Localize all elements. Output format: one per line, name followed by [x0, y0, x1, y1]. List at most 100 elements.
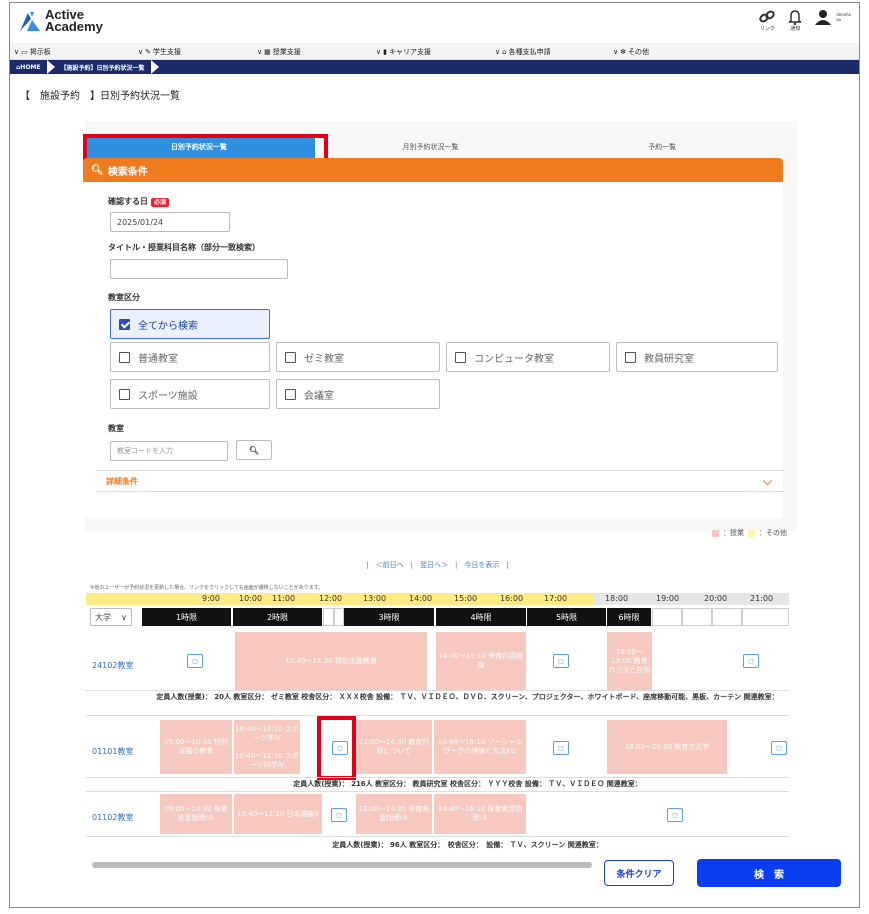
reservation[interactable]: 10:40～12:10 日本語論6 [234, 794, 322, 834]
option-sports[interactable]: スポーツ施設 [110, 379, 270, 409]
search-icon: 🔍︎ [248, 445, 260, 455]
reserve-icon: ◻ [776, 744, 782, 752]
reservation[interactable]: 18:00～20:00 教育方法学 [607, 720, 727, 774]
reserve-icon: ◻ [558, 744, 564, 752]
notification-button[interactable]: 通知 [786, 9, 804, 32]
reserve-button[interactable]: ◻ [771, 741, 787, 755]
room-search-button[interactable]: 🔍︎ [236, 440, 272, 460]
option-label: コンピュータ教室 [474, 353, 554, 365]
period-3: 3時限 [344, 608, 435, 626]
class-icon: ▦ [264, 47, 271, 56]
menu-career[interactable]: ∨ ▮ キャリア支援 [376, 43, 431, 60]
option-all[interactable]: 全てから検索 [110, 309, 270, 339]
room-link[interactable]: 01101教室 [92, 746, 133, 757]
campus-select[interactable]: 大学 ∨ [90, 608, 132, 626]
reservation[interactable]: 14:40～16:10 ソーシャルワークの理論と方法Ⅱｂ [434, 720, 526, 774]
reservation[interactable]: 10:40～14:30 特別支援教育 [235, 632, 427, 690]
checkbox-icon [625, 351, 636, 363]
room-link[interactable]: 24102教室 [92, 660, 133, 671]
breadcrumb-current: 【施設予約】日別予約状況一覧 [60, 64, 145, 72]
option-label: 教員研究室 [644, 353, 694, 365]
option-label: ゼミ教室 [304, 353, 344, 365]
reservation[interactable]: 18:00～19:00 教育の方法と技術 [607, 632, 652, 690]
title-search-input[interactable] [110, 259, 288, 279]
option-faculty[interactable]: 教員研究室 [616, 342, 778, 372]
logo[interactable]: Active Academy [18, 8, 103, 33]
reserve-icon: ◻ [672, 811, 678, 819]
menu-label: 各種支払申請 [508, 47, 551, 56]
reservation[interactable]: 13:00～14:30 保育実習指導ⅠＡ [356, 794, 432, 834]
reservation[interactable]: 14:40～16:10 保育実習指導ⅠＡ [434, 794, 526, 834]
time-tick: 11:00 [272, 594, 296, 603]
reserve-icon: ◻ [558, 657, 564, 665]
reserve-button[interactable]: ◻ [331, 808, 347, 822]
menu-payment[interactable]: ∨ ⌂ 各種支払申請 [495, 43, 551, 60]
bell-icon [789, 10, 802, 25]
chevron-down-icon: ∨ [138, 47, 144, 56]
header: Active Academy リンク 通知 densho ou [10, 3, 859, 43]
tab-reservation-list[interactable]: 予約一覧 [546, 136, 779, 158]
room-label: 教室 [108, 424, 124, 433]
reserve-icon: ◻ [748, 657, 754, 665]
user-icon [815, 10, 832, 25]
legend: ：授業 ：その他 [712, 528, 787, 538]
checkbox-checked-icon [119, 318, 130, 330]
search-icon: 🔍︎ [91, 164, 104, 176]
reservation[interactable]: 09:00～10:30 特別支援の教育 [160, 720, 232, 774]
reservation[interactable]: 09:00～10:30 保育実習指導ⅠＡ [160, 794, 232, 834]
reserve-button[interactable]: ◻ [187, 654, 203, 668]
room-code-input[interactable]: 教室コードを入力 [110, 441, 228, 461]
row-divider [86, 715, 789, 716]
tab-monthly[interactable]: 月別予約状況一覧 [314, 136, 547, 158]
period-1: 1時限 [142, 608, 232, 626]
row-divider [86, 836, 789, 837]
menu-other[interactable]: ∨ ✻ その他 [613, 43, 649, 60]
chevron-down-icon: ∨ [257, 47, 263, 56]
time-tick: 18:00 [605, 594, 629, 603]
main-menu: ∨ ▭ 掲示板 ∨ ✎ 学生支援 ∨ ▦ 授業支援 ∨ ▮ キャリア支援 ∨ ⌂ 各種支払申請 ∨ ✻… [10, 43, 859, 60]
reserve-button[interactable]: ◻ [553, 654, 569, 668]
reserve-button[interactable]: ◻ [743, 654, 759, 668]
notification-label: 通知 [790, 26, 801, 32]
option-label: スポーツ施設 [138, 390, 198, 402]
option-computer[interactable]: コンピュータ教室 [446, 342, 610, 372]
menu-class[interactable]: ∨ ▦ 授業支援 [257, 43, 301, 60]
time-tick: 16:00 [500, 594, 524, 603]
date-navigation[interactable]: | ＜前日へ | 翌日へ＞ | 今日を表示 | [86, 560, 789, 570]
time-tick: 14:00 [409, 594, 433, 603]
link-button[interactable]: リンク [758, 9, 776, 32]
search-button[interactable]: 検 索 [697, 859, 841, 887]
option-regular[interactable]: 普通教室 [110, 342, 270, 372]
legend-other: ：その他 [759, 529, 787, 537]
period-gap [323, 608, 334, 626]
reserve-button[interactable]: ◻ [667, 808, 683, 822]
option-meeting[interactable]: 会議室 [276, 379, 440, 409]
reservation[interactable]: 10:40～12:10 スポーツ科学Ⅳ [234, 747, 300, 774]
gear-icon: ✻ [620, 47, 626, 56]
date-label-text: 確認する日 [108, 197, 148, 206]
menu-board[interactable]: ∨ ▭ 掲示板 [14, 43, 51, 60]
link-icon [759, 10, 776, 23]
breadcrumb-home-label: HOME [20, 63, 41, 71]
room-link[interactable]: 01102教室 [92, 812, 133, 823]
chevron-down-icon: ∨ [376, 47, 382, 56]
search-header[interactable]: 🔍︎ 検索条件 [83, 158, 783, 182]
reserve-button[interactable]: ◻ [553, 741, 569, 755]
reservation[interactable]: 10:40～12:10 スポーツ学Ⅳ [234, 720, 300, 747]
time-tick: 17:00 [544, 594, 568, 603]
date-field[interactable]: 2025/01/24 [110, 212, 230, 232]
breadcrumb-home[interactable]: ⌂ HOME [10, 60, 47, 74]
menu-label: 掲示板 [29, 47, 51, 56]
period-4: 4時限 [436, 608, 527, 626]
option-seminar[interactable]: ゼミ教室 [276, 342, 440, 372]
detail-conditions[interactable]: 詳細条件 ⌵ [96, 470, 784, 492]
user-menu[interactable]: densho ou [814, 9, 851, 25]
clear-button[interactable]: 条件クリア [604, 860, 674, 886]
campus-select-value: 大学 [95, 612, 111, 622]
horizontal-scrollbar[interactable] [92, 862, 592, 868]
menu-student[interactable]: ∨ ✎ 学生支援 [138, 43, 181, 60]
period-5: 5時限 [527, 608, 607, 626]
reservation[interactable]: 14:40～15:10 保育内容総論 [436, 632, 526, 690]
room-info: 定員人数(授業)： 96人 教室区分： 校舎区分： 設備： ＴＶ、スクリーン 関… [332, 841, 603, 849]
reservation[interactable]: 13:00～14:30 教育行政について [356, 720, 432, 774]
